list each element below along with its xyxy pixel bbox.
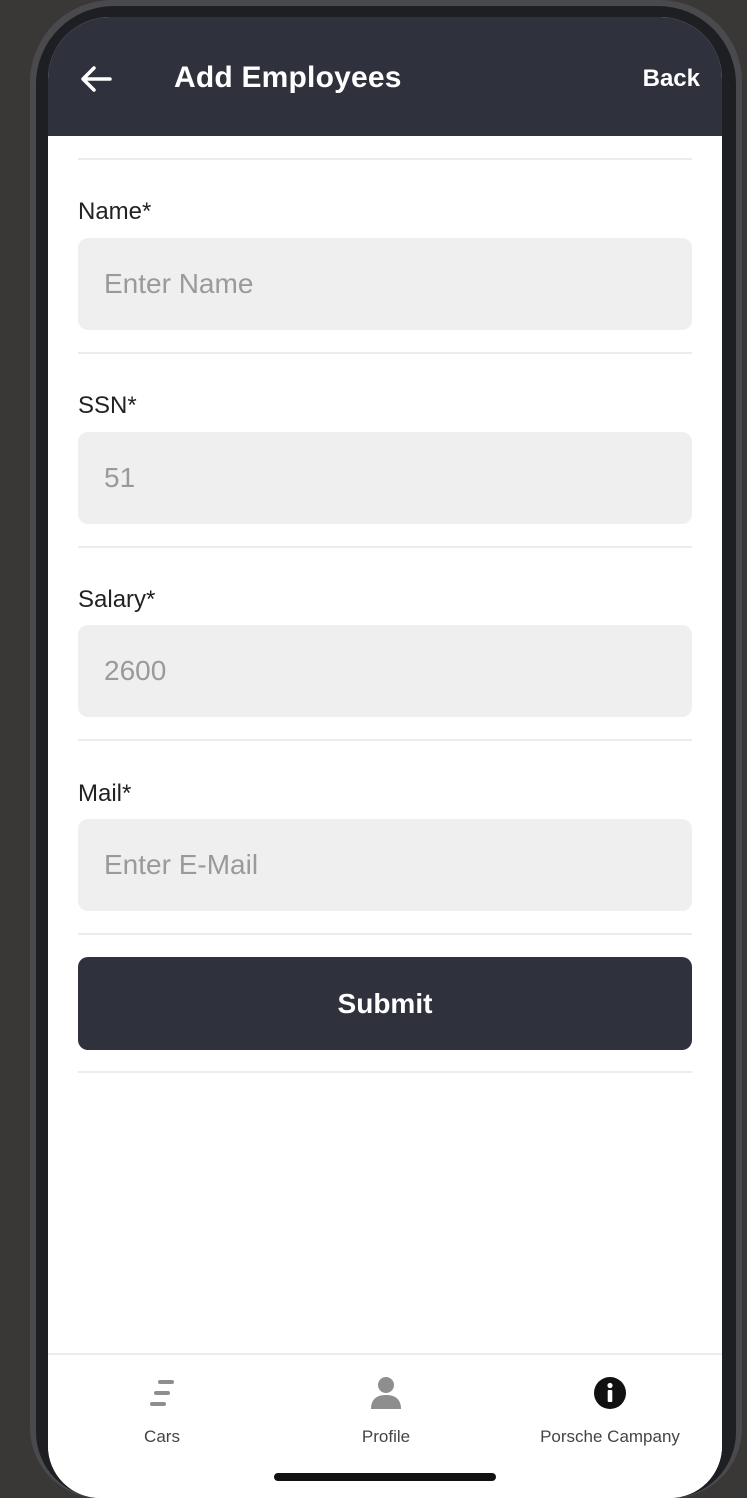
submit-button[interactable]: Submit: [78, 957, 692, 1050]
salary-label: Salary*: [78, 586, 156, 613]
tab-profile[interactable]: Profile: [286, 1355, 486, 1465]
menu-lines-icon: [150, 1380, 174, 1406]
divider: [78, 546, 692, 548]
ssn-label: SSN*: [78, 392, 137, 419]
tab-label: Porsche Campany: [540, 1427, 680, 1446]
bottom-tab-bar: Cars Profile Porsche Campany: [48, 1353, 722, 1498]
name-input[interactable]: [78, 238, 692, 330]
ssn-input[interactable]: [78, 432, 692, 524]
divider: [78, 933, 692, 935]
tab-label: Profile: [361, 1427, 411, 1446]
divider: [78, 158, 692, 160]
divider: [78, 1071, 692, 1073]
name-label: Name*: [78, 198, 152, 225]
back-button[interactable]: Back: [643, 65, 700, 93]
divider: [78, 739, 692, 741]
tab-label: Cars: [144, 1427, 180, 1446]
info-icon: [594, 1377, 626, 1409]
page-title: Add Employees: [174, 61, 402, 94]
app-header: Add Employees Back: [48, 17, 722, 136]
home-indicator[interactable]: [274, 1473, 496, 1481]
back-arrow-icon[interactable]: [76, 59, 116, 99]
salary-input[interactable]: [78, 625, 692, 717]
tab-cars[interactable]: Cars: [62, 1355, 262, 1465]
person-icon: [371, 1377, 401, 1409]
divider: [78, 352, 692, 354]
mail-input[interactable]: [78, 819, 692, 911]
mail-label: Mail*: [78, 780, 132, 807]
app-screen: Add Employees Back Name* SSN* Salary* Ma…: [48, 17, 722, 1498]
tab-porsche-campany[interactable]: Porsche Campany: [510, 1355, 710, 1465]
